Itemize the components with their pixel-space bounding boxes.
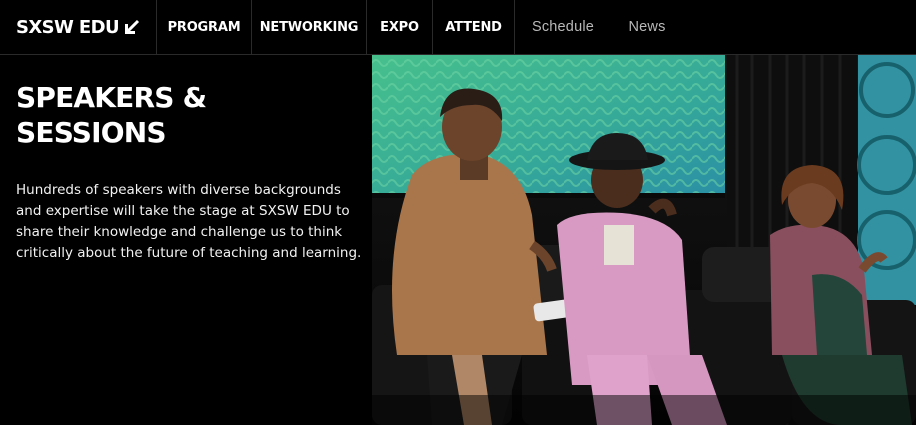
sxsw-edu-logo[interactable]: SXSW EDU: [0, 0, 157, 54]
nav-networking[interactable]: NETWORKING: [252, 0, 367, 54]
intro-section: SPEAKERS & SESSIONS Hundreds of speakers…: [16, 80, 366, 264]
hero-photo: [372, 55, 916, 425]
logo-text: SXSW EDU: [16, 16, 120, 38]
top-nav: SXSW EDU PROGRAM NETWORKING EXPO ATTEND …: [0, 0, 916, 55]
nav-expo[interactable]: EXPO: [367, 0, 433, 54]
nav-schedule[interactable]: Schedule: [515, 0, 611, 54]
page-description: Hundreds of speakers with diverse backgr…: [16, 182, 362, 261]
nav-attend[interactable]: ATTEND: [433, 0, 515, 54]
arrow-down-left-icon: [124, 19, 140, 35]
nav-program[interactable]: PROGRAM: [157, 0, 252, 54]
page-title: SPEAKERS & SESSIONS: [16, 81, 207, 149]
nav-news[interactable]: News: [611, 0, 683, 54]
